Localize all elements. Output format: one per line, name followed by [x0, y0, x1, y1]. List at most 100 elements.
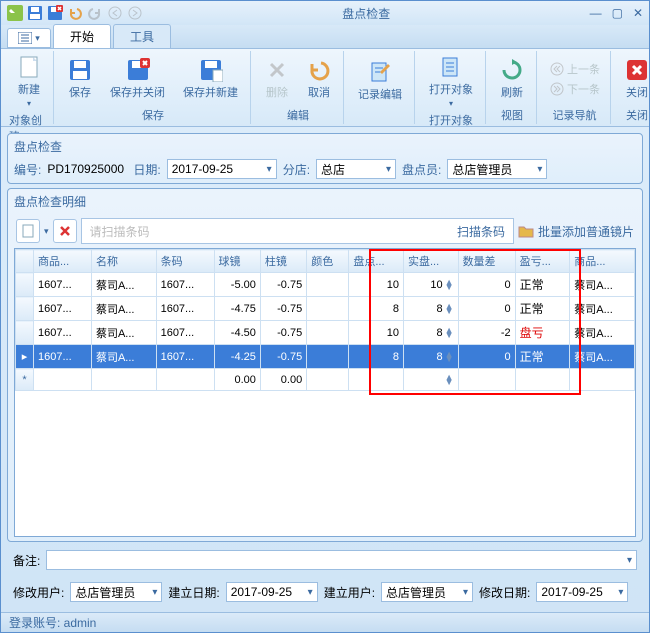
cell-code[interactable]: 1607...: [34, 297, 92, 321]
col-header[interactable]: 颜色: [307, 250, 349, 273]
cell-name[interactable]: 蔡司A...: [91, 273, 156, 297]
scan-barcode-link[interactable]: 扫描条码: [457, 223, 505, 240]
cell-name[interactable]: 蔡司A...: [91, 345, 156, 369]
cancel-button[interactable]: 取消: [299, 54, 339, 104]
cell-barcode[interactable]: 1607...: [156, 273, 214, 297]
barcode-input[interactable]: 请扫描条码 扫描条码: [81, 218, 514, 244]
qat-save-icon[interactable]: [27, 5, 43, 21]
cell-code[interactable]: 1607...: [34, 345, 92, 369]
cell-diff[interactable]: -2: [458, 321, 515, 345]
cell-prod[interactable]: 蔡司A...: [570, 273, 635, 297]
next-record-button[interactable]: 下一条: [543, 79, 606, 99]
row-header[interactable]: [16, 297, 34, 321]
cell-plan[interactable]: 10: [349, 273, 404, 297]
qat-prev-icon[interactable]: [107, 5, 123, 21]
cell-prod[interactable]: 蔡司A...: [570, 345, 635, 369]
cell-code[interactable]: 1607...: [34, 273, 92, 297]
qat-undo-icon[interactable]: [67, 5, 83, 21]
moddate-combo[interactable]: 2017-09-25: [536, 582, 628, 602]
cell-real[interactable]: 8▲▼: [403, 297, 458, 321]
app-icon: [7, 5, 23, 21]
cell-barcode[interactable]: 1607...: [156, 297, 214, 321]
prev-record-button[interactable]: 上一条: [543, 59, 606, 79]
cell-cyl[interactable]: -0.75: [260, 273, 306, 297]
qat-redo-icon[interactable]: [87, 5, 103, 21]
cell-color[interactable]: [307, 297, 349, 321]
col-header[interactable]: 条码: [156, 250, 214, 273]
qat-saveclose-icon[interactable]: [47, 5, 63, 21]
file-menu-button[interactable]: ▾: [7, 28, 51, 48]
data-grid[interactable]: 商品...名称条码球镜柱镜颜色盘点...实盘...数量差盈亏...商品... 1…: [14, 248, 636, 537]
cell-sph[interactable]: -5.00: [214, 273, 260, 297]
bulk-add-link[interactable]: 批量添加普通镜片: [538, 223, 634, 240]
col-header[interactable]: 盘点...: [349, 250, 404, 273]
col-header[interactable]: 实盘...: [403, 250, 458, 273]
cell-plan[interactable]: 10: [349, 321, 404, 345]
cell-real[interactable]: 8▲▼: [403, 345, 458, 369]
cell-barcode[interactable]: 1607...: [156, 321, 214, 345]
cell-real[interactable]: 10▲▼: [403, 273, 458, 297]
tab-tools[interactable]: 工具: [113, 24, 171, 48]
cell-plan[interactable]: 8: [349, 345, 404, 369]
row-header[interactable]: ▸: [16, 345, 34, 369]
cell-cyl[interactable]: -0.75: [260, 297, 306, 321]
col-header[interactable]: 商品...: [34, 250, 92, 273]
minimize-button[interactable]: —: [590, 6, 602, 20]
cell-color[interactable]: [307, 345, 349, 369]
cell-barcode[interactable]: 1607...: [156, 345, 214, 369]
delete-button[interactable]: 删除: [257, 54, 297, 104]
cell-prod[interactable]: 蔡司A...: [570, 297, 635, 321]
cell-color[interactable]: [307, 273, 349, 297]
cell-code[interactable]: 1607...: [34, 321, 92, 345]
cell-name[interactable]: 蔡司A...: [91, 297, 156, 321]
tab-start[interactable]: 开始: [53, 24, 111, 48]
cell-status[interactable]: 正常: [515, 273, 570, 297]
col-header[interactable]: 盈亏...: [515, 250, 570, 273]
grid-new-button[interactable]: [16, 219, 40, 243]
col-header[interactable]: 柱镜: [260, 250, 306, 273]
col-header[interactable]: 球镜: [214, 250, 260, 273]
cell-diff[interactable]: 0: [458, 297, 515, 321]
record-edit-button[interactable]: 记录编辑: [350, 56, 410, 106]
cell-color[interactable]: [307, 321, 349, 345]
qat-next-icon[interactable]: [127, 5, 143, 21]
col-header[interactable]: 名称: [91, 250, 156, 273]
save-new-button[interactable]: 保存并新建: [175, 54, 246, 104]
cell-diff[interactable]: 0: [458, 345, 515, 369]
createuser-combo[interactable]: 总店管理员: [381, 582, 473, 602]
maximize-button[interactable]: ▢: [612, 6, 623, 20]
close-record-button[interactable]: 关闭: [617, 54, 650, 104]
save-close-button[interactable]: 保存并关闭: [102, 54, 173, 104]
open-object-button[interactable]: 打开对象▾: [421, 51, 481, 112]
remark-input[interactable]: [46, 550, 637, 570]
row-header[interactable]: [16, 273, 34, 297]
cell-status[interactable]: 正常: [515, 297, 570, 321]
row-header[interactable]: *: [16, 369, 34, 391]
createdate-combo[interactable]: 2017-09-25: [226, 582, 318, 602]
cell-status[interactable]: 盘亏: [515, 321, 570, 345]
cell-cyl[interactable]: -0.75: [260, 345, 306, 369]
cell-sph[interactable]: -4.25: [214, 345, 260, 369]
cell-real[interactable]: 8▲▼: [403, 321, 458, 345]
cell-sph[interactable]: -4.75: [214, 297, 260, 321]
cell-cyl[interactable]: -0.75: [260, 321, 306, 345]
col-header[interactable]: 商品...: [570, 250, 635, 273]
refresh-button[interactable]: 刷新: [492, 54, 532, 104]
row-header[interactable]: [16, 321, 34, 345]
checker-combo[interactable]: 总店管理员: [447, 159, 547, 179]
footer-row1: 备注:: [7, 546, 643, 574]
cell-plan[interactable]: 8: [349, 297, 404, 321]
cell-sph[interactable]: -4.50: [214, 321, 260, 345]
cell-status[interactable]: 正常: [515, 345, 570, 369]
cell-name[interactable]: 蔡司A...: [91, 321, 156, 345]
cell-prod[interactable]: 蔡司A...: [570, 321, 635, 345]
new-button[interactable]: 新建▾: [9, 51, 49, 112]
col-header[interactable]: 数量差: [458, 250, 515, 273]
cell-diff[interactable]: 0: [458, 273, 515, 297]
close-button[interactable]: ✕: [633, 6, 643, 20]
branch-combo[interactable]: 总店: [316, 159, 396, 179]
save-button[interactable]: 保存: [60, 54, 100, 104]
grid-delete-button[interactable]: [53, 219, 77, 243]
date-picker[interactable]: 2017-09-25: [167, 159, 277, 179]
moduser-combo[interactable]: 总店管理员: [70, 582, 162, 602]
